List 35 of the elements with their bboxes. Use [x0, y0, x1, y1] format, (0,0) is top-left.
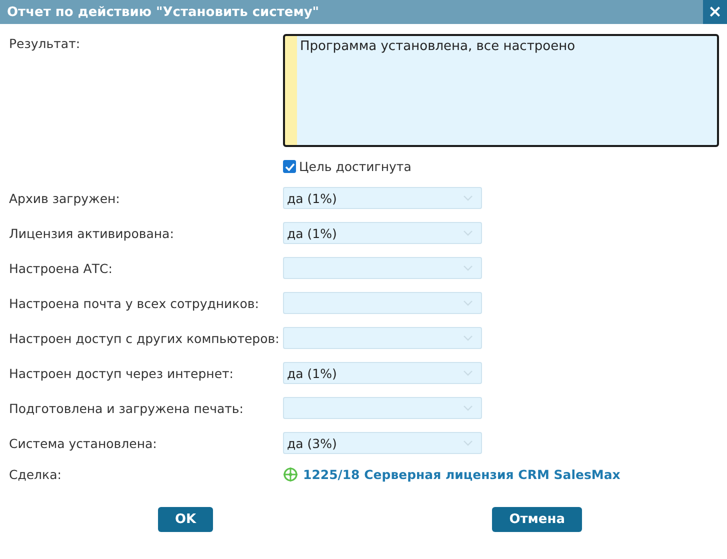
dropdown[interactable]: да (1%) — [283, 362, 482, 384]
dropdown[interactable]: да (3%) — [283, 432, 482, 454]
close-button[interactable]: × — [703, 0, 727, 24]
field-label: Сделка: — [9, 467, 62, 482]
dialog-button[interactable]: OK — [158, 507, 214, 532]
chevron-icon — [463, 230, 473, 236]
dropdown[interactable] — [283, 292, 482, 314]
result-textarea[interactable]: Программа установлена, все настроено — [283, 34, 719, 147]
chevron-icon — [463, 265, 473, 271]
dropdown[interactable] — [283, 257, 482, 279]
field-label: Настроена почта у всех сотрудников: — [9, 296, 260, 310]
field-label: Система установлена: — [9, 436, 158, 450]
field-label: Настроена АТС: — [9, 260, 114, 276]
field-label: Лицензия активирована: — [9, 226, 175, 240]
field-label: Настроен доступ с других компьютеров: — [9, 330, 280, 346]
chevron-icon — [463, 405, 473, 411]
dropdown[interactable] — [283, 397, 482, 419]
chevron-icon — [463, 370, 473, 376]
chevron-icon — [463, 335, 473, 341]
checkbox-label: Цель достигнута — [299, 159, 412, 174]
checkbox[interactable] — [283, 160, 296, 173]
dialog-title: Отчет по действию "Установить систему" — [6, 4, 320, 20]
chevron-icon — [463, 195, 473, 201]
dropdown[interactable] — [283, 327, 482, 349]
dialog-button[interactable]: Отмена — [492, 507, 582, 532]
chevron-icon — [463, 300, 473, 306]
field-label: Архив загружен: — [9, 190, 121, 206]
chevron-icon — [463, 440, 473, 446]
field-label: Результат: — [9, 35, 82, 51]
dropdown[interactable]: да (1%) — [283, 187, 482, 209]
field-label: Настроен доступ через интернет: — [9, 366, 234, 380]
dropdown[interactable]: да (1%) — [283, 222, 482, 244]
crosshair-icon — [283, 467, 298, 482]
field-label: Подготовлена и загружена печать: — [9, 400, 245, 416]
deal-link[interactable]: 1225/18 Серверная лицензия CRM SalesMax — [303, 467, 620, 482]
